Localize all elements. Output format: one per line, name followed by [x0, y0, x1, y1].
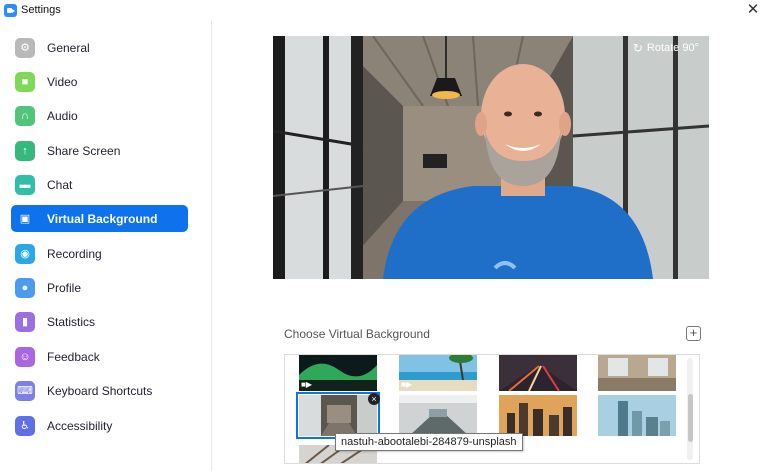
sidebar-item-video[interactable]: ■ Video — [11, 68, 188, 95]
plus-icon: + — [689, 325, 698, 340]
zoom-camera-icon — [4, 4, 17, 17]
sidebar-item-label: Virtual Background — [47, 211, 158, 226]
rotate-label: Rotate 90° — [646, 42, 699, 54]
sidebar-item-chat[interactable]: ▬ Chat — [11, 171, 188, 198]
sidebar-item-profile[interactable]: ● Profile — [11, 274, 188, 301]
sidebar-item-share-screen[interactable]: ↑ Share Screen — [11, 137, 188, 164]
video-camera-icon: ■ — [15, 71, 35, 92]
background-thumbnail[interactable] — [399, 395, 477, 436]
virtual-background-icon: ▣ — [19, 213, 31, 225]
video-camera-icon: ■▶ — [401, 380, 412, 389]
preview-scene-image — [273, 36, 709, 279]
gallery-scrollbar-thumb[interactable] — [688, 394, 693, 442]
sidebar-item-label: Chat — [47, 177, 73, 192]
rotate-90-button[interactable]: ↻ Rotate 90° — [629, 40, 703, 56]
record-icon: ◉ — [15, 243, 35, 264]
city-skyline-image — [499, 395, 577, 436]
sidebar-item-recording[interactable]: ◉ Recording — [11, 240, 188, 267]
office-image — [598, 355, 676, 391]
camera-preview: ↻ Rotate 90° — [273, 36, 709, 279]
window-title: Settings — [21, 4, 61, 16]
skyscrapers-image — [598, 395, 676, 436]
sidebar-item-feedback[interactable]: ☺ Feedback — [11, 343, 188, 370]
sidebar-item-keyboard-shortcuts[interactable]: ⌨ Keyboard Shortcuts — [11, 377, 188, 404]
background-thumbnail[interactable]: ■▶ — [399, 355, 477, 391]
sidebar-item-label: Keyboard Shortcuts — [47, 383, 153, 398]
sidebar-item-label: General — [47, 40, 90, 55]
background-thumbnail[interactable]: ■▶ — [299, 355, 377, 391]
sidebar-item-accessibility[interactable]: ♿ Accessibility — [11, 412, 188, 439]
highway-image — [499, 355, 577, 391]
sidebar-item-label: Feedback — [47, 349, 100, 364]
person-icon: ● — [15, 277, 35, 298]
background-thumbnail[interactable] — [499, 355, 577, 391]
sidebar-item-statistics[interactable]: ▮ Statistics — [11, 308, 188, 335]
remove-background-button[interactable]: × — [368, 393, 380, 405]
sidebar-item-label: Accessibility — [47, 418, 113, 433]
share-screen-icon: ↑ — [15, 140, 35, 161]
background-thumbnail[interactable] — [598, 355, 676, 391]
headphones-icon: ∩ — [15, 105, 35, 126]
bar-chart-icon: ▮ — [15, 311, 35, 332]
sidebar-item-label: Statistics — [47, 314, 96, 329]
gear-icon: ⚙ — [15, 37, 35, 58]
smiley-icon: ☺ — [15, 346, 35, 367]
video-camera-icon: ■▶ — [301, 380, 312, 389]
sidebar-item-general[interactable]: ⚙ General — [11, 34, 188, 61]
accessibility-icon: ♿ — [15, 415, 35, 436]
sidebar-item-virtual-background[interactable]: ▣ Virtual Background — [11, 205, 188, 232]
choose-virtual-background-label: Choose Virtual Background — [284, 327, 430, 341]
background-thumbnail[interactable] — [598, 395, 676, 436]
sidebar-item-label: Recording — [47, 246, 102, 261]
rotate-icon: ↻ — [632, 41, 643, 55]
sidebar-item-label: Video — [47, 74, 78, 89]
chat-bubble-icon: ▬ — [15, 174, 35, 195]
background-thumbnail[interactable] — [499, 395, 577, 436]
settings-sidebar: ⚙ General ■ Video ∩ Audio ↑ Share Screen… — [0, 21, 212, 471]
sidebar-item-label: Audio — [47, 108, 78, 123]
conference-room-image — [399, 395, 477, 436]
add-background-button[interactable]: + — [686, 326, 701, 341]
title-bar: Settings ✕ — [0, 0, 768, 21]
sidebar-item-label: Profile — [47, 280, 82, 295]
close-icon[interactable]: ✕ — [744, 1, 762, 19]
sidebar-item-audio[interactable]: ∩ Audio — [11, 102, 188, 129]
sidebar-item-label: Share Screen — [47, 143, 121, 158]
keyboard-icon: ⌨ — [15, 380, 35, 401]
background-thumbnail-selected[interactable] — [296, 392, 380, 439]
background-name-tooltip: nastuh-abootalebi-284879-unsplash — [335, 433, 523, 451]
office-hallway-image — [299, 395, 377, 436]
